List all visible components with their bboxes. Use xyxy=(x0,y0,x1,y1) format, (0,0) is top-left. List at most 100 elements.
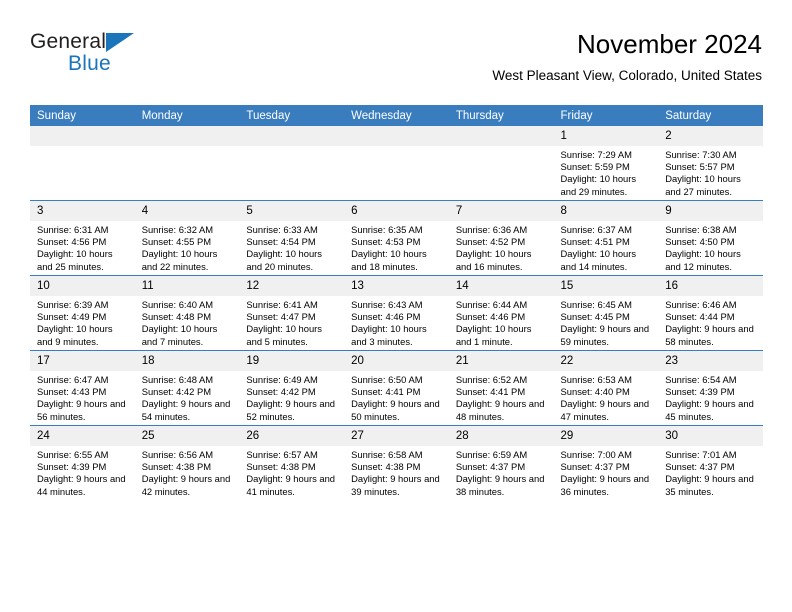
day-number: 7 xyxy=(448,201,554,221)
calendar-day-cell[interactable]: 29 Sunrise: 7:00 AM Sunset: 4:37 PM Dayligh… xyxy=(553,425,659,500)
sunset-text: Sunset: 4:37 PM xyxy=(455,461,526,473)
day-number: 19 xyxy=(239,351,345,371)
day-number: 25 xyxy=(134,426,240,446)
day-number: 2 xyxy=(658,126,763,146)
sunset-text: Sunset: 4:40 PM xyxy=(560,386,630,398)
daylight-text: Daylight: 9 hours and 39 minutes. xyxy=(351,473,440,497)
calendar-day-cell[interactable]: 24 Sunrise: 6:55 AM Sunset: 4:39 PM Dayligh… xyxy=(30,425,135,500)
daylight-text: Daylight: 9 hours and 54 minutes. xyxy=(141,398,231,422)
day-details: Sunrise: 6:59 AM Sunset: 4:37 PM Daylight:… xyxy=(449,446,554,498)
calendar-day-cell[interactable]: 26 Sunrise: 6:57 AM Sunset: 4:38 PM Dayligh… xyxy=(239,425,345,500)
brand-name-general: General xyxy=(30,30,107,53)
calendar-day-cell[interactable]: 1 Sunrise: 7:29 AM Sunset: 5:59 PM Daylight… xyxy=(553,126,659,201)
sunrise-text: Sunrise: 6:41 AM xyxy=(246,299,318,310)
day-number: 23 xyxy=(658,351,763,371)
calendar-day-cell[interactable]: 2 Sunrise: 7:30 AM Sunset: 5:57 PM Daylight… xyxy=(658,126,763,201)
day-number: 30 xyxy=(658,426,763,446)
calendar-day-cell[interactable]: 16 Sunrise: 6:46 AM Sunset: 4:44 PM Dayligh… xyxy=(658,275,763,351)
calendar-grid: Sunday Monday Tuesday Wednesday Thursday… xyxy=(30,105,763,500)
day-number: 21 xyxy=(448,351,554,371)
daylight-text: Daylight: 9 hours and 38 minutes. xyxy=(455,473,545,497)
day-details: Sunrise: 6:32 AM Sunset: 4:55 PM Daylight:… xyxy=(135,221,240,273)
calendar-day-cell[interactable]: 22 Sunrise: 6:53 AM Sunset: 4:40 PM Dayligh… xyxy=(553,350,659,426)
day-number: 29 xyxy=(553,426,659,446)
day-details: Sunrise: 6:56 AM Sunset: 4:38 PM Daylight:… xyxy=(135,446,240,498)
calendar-day-cell[interactable]: 20 Sunrise: 6:50 AM Sunset: 4:41 PM Dayligh… xyxy=(344,350,449,426)
day-number: 26 xyxy=(239,426,345,446)
calendar-day-cell[interactable]: 10 Sunrise: 6:39 AM Sunset: 4:49 PM Dayligh… xyxy=(30,275,135,351)
calendar-day-cell-empty xyxy=(344,126,449,201)
day-details: Sunrise: 6:48 AM Sunset: 4:42 PM Daylight:… xyxy=(135,371,240,423)
calendar-week-row: 24 Sunrise: 6:55 AM Sunset: 4:39 PM Dayligh… xyxy=(30,425,763,500)
calendar-day-cell[interactable]: 11 Sunrise: 6:40 AM Sunset: 4:48 PM Dayligh… xyxy=(134,275,240,351)
sunset-text: Sunset: 4:49 PM xyxy=(37,311,107,323)
sunrise-text: Sunrise: 6:54 AM xyxy=(665,374,737,385)
calendar-day-cell[interactable]: 13 Sunrise: 6:43 AM Sunset: 4:46 PM Dayligh… xyxy=(344,275,449,351)
day-number: 27 xyxy=(344,426,449,446)
calendar-day-cell[interactable]: 6 Sunrise: 6:35 AM Sunset: 4:53 PM Daylight… xyxy=(344,200,449,276)
calendar-day-cell[interactable]: 9 Sunrise: 6:38 AM Sunset: 4:50 PM Daylight… xyxy=(658,200,763,276)
day-details: Sunrise: 6:35 AM Sunset: 4:53 PM Daylight:… xyxy=(344,221,449,273)
sunrise-text: Sunrise: 6:43 AM xyxy=(351,299,423,310)
page-header: General Blue November 2024 West Pleasant… xyxy=(30,28,762,102)
day-details: Sunrise: 6:37 AM Sunset: 4:51 PM Daylight:… xyxy=(554,221,659,273)
day-details: Sunrise: 6:44 AM Sunset: 4:46 PM Daylight:… xyxy=(449,296,554,348)
calendar-day-cell[interactable]: 4 Sunrise: 6:32 AM Sunset: 4:55 PM Daylight… xyxy=(134,200,240,276)
calendar-day-cell[interactable]: 14 Sunrise: 6:44 AM Sunset: 4:46 PM Dayligh… xyxy=(448,275,554,351)
calendar-day-cell[interactable]: 25 Sunrise: 6:56 AM Sunset: 4:38 PM Dayligh… xyxy=(134,425,240,500)
page-title: November 2024 xyxy=(577,29,762,59)
calendar-day-cell[interactable]: 18 Sunrise: 6:48 AM Sunset: 4:42 PM Dayligh… xyxy=(134,350,240,426)
daylight-text: Daylight: 10 hours and 29 minutes. xyxy=(560,173,637,197)
sunrise-text: Sunrise: 6:35 AM xyxy=(351,224,423,235)
brand-logo[interactable]: General Blue xyxy=(30,30,260,88)
daylight-text: Daylight: 9 hours and 42 minutes. xyxy=(141,473,231,497)
sunset-text: Sunset: 5:57 PM xyxy=(665,161,735,173)
calendar-day-cell[interactable]: 12 Sunrise: 6:41 AM Sunset: 4:47 PM Dayligh… xyxy=(239,275,345,351)
day-number: 8 xyxy=(553,201,659,221)
daylight-text: Daylight: 9 hours and 52 minutes. xyxy=(246,398,336,422)
day-number: 28 xyxy=(448,426,554,446)
day-number: 4 xyxy=(134,201,240,221)
sunset-text: Sunset: 4:39 PM xyxy=(37,461,107,473)
day-number: 22 xyxy=(553,351,659,371)
day-number xyxy=(448,126,554,146)
sunrise-text: Sunrise: 6:52 AM xyxy=(455,374,528,385)
calendar-day-cell[interactable]: 19 Sunrise: 6:49 AM Sunset: 4:42 PM Dayligh… xyxy=(239,350,345,426)
calendar-week-row: 3 Sunrise: 6:31 AM Sunset: 4:56 PM Daylight… xyxy=(30,200,763,276)
sunset-text: Sunset: 4:37 PM xyxy=(560,461,630,473)
sunset-text: Sunset: 4:46 PM xyxy=(455,311,526,323)
sunrise-text: Sunrise: 7:30 AM xyxy=(665,149,737,160)
calendar-day-cell[interactable]: 28 Sunrise: 6:59 AM Sunset: 4:37 PM Dayligh… xyxy=(448,425,554,500)
calendar-day-cell[interactable]: 3 Sunrise: 6:31 AM Sunset: 4:56 PM Daylight… xyxy=(30,200,135,276)
sunset-text: Sunset: 4:52 PM xyxy=(455,236,526,248)
calendar-day-cell[interactable]: 30 Sunrise: 7:01 AM Sunset: 4:37 PM Dayligh… xyxy=(658,425,763,500)
calendar-day-cell[interactable]: 21 Sunrise: 6:52 AM Sunset: 4:41 PM Dayligh… xyxy=(448,350,554,426)
daylight-text: Daylight: 10 hours and 18 minutes. xyxy=(351,248,427,272)
daylight-text: Daylight: 10 hours and 1 minute. xyxy=(455,323,532,347)
calendar-day-cell[interactable]: 27 Sunrise: 6:58 AM Sunset: 4:38 PM Dayligh… xyxy=(344,425,449,500)
sunset-text: Sunset: 4:38 PM xyxy=(351,461,421,473)
day-number xyxy=(30,126,135,146)
sunset-text: Sunset: 4:38 PM xyxy=(246,461,316,473)
sunrise-text: Sunrise: 6:58 AM xyxy=(351,449,423,460)
sunset-text: Sunset: 4:38 PM xyxy=(141,461,212,473)
calendar-week-row: 17 Sunrise: 6:47 AM Sunset: 4:43 PM Dayligh… xyxy=(30,350,763,426)
day-details: Sunrise: 6:40 AM Sunset: 4:48 PM Daylight:… xyxy=(135,296,240,348)
calendar-day-cell[interactable]: 7 Sunrise: 6:36 AM Sunset: 4:52 PM Daylight… xyxy=(448,200,554,276)
calendar-day-cell[interactable]: 8 Sunrise: 6:37 AM Sunset: 4:51 PM Daylight… xyxy=(553,200,659,276)
day-details: Sunrise: 6:49 AM Sunset: 4:42 PM Daylight:… xyxy=(239,371,344,423)
sunset-text: Sunset: 4:56 PM xyxy=(37,236,107,248)
calendar-day-cell[interactable]: 15 Sunrise: 6:45 AM Sunset: 4:45 PM Dayligh… xyxy=(553,275,659,351)
sunset-text: Sunset: 4:46 PM xyxy=(351,311,421,323)
brand-name-blue: Blue xyxy=(68,52,111,75)
calendar-day-cell[interactable]: 5 Sunrise: 6:33 AM Sunset: 4:54 PM Daylight… xyxy=(239,200,345,276)
calendar-day-cell[interactable]: 17 Sunrise: 6:47 AM Sunset: 4:43 PM Dayligh… xyxy=(30,350,135,426)
calendar-day-cell[interactable]: 23 Sunrise: 6:54 AM Sunset: 4:39 PM Dayligh… xyxy=(658,350,763,426)
sunrise-text: Sunrise: 6:47 AM xyxy=(37,374,109,385)
calendar-week-row: 10 Sunrise: 6:39 AM Sunset: 4:49 PM Dayligh… xyxy=(30,275,763,351)
day-details: Sunrise: 6:55 AM Sunset: 4:39 PM Daylight:… xyxy=(30,446,135,498)
calendar-day-cell-empty xyxy=(30,126,135,201)
day-details: Sunrise: 6:33 AM Sunset: 4:54 PM Daylight:… xyxy=(239,221,344,273)
day-details: Sunrise: 6:53 AM Sunset: 4:40 PM Daylight:… xyxy=(554,371,659,423)
day-details: Sunrise: 7:00 AM Sunset: 4:37 PM Daylight:… xyxy=(554,446,659,498)
